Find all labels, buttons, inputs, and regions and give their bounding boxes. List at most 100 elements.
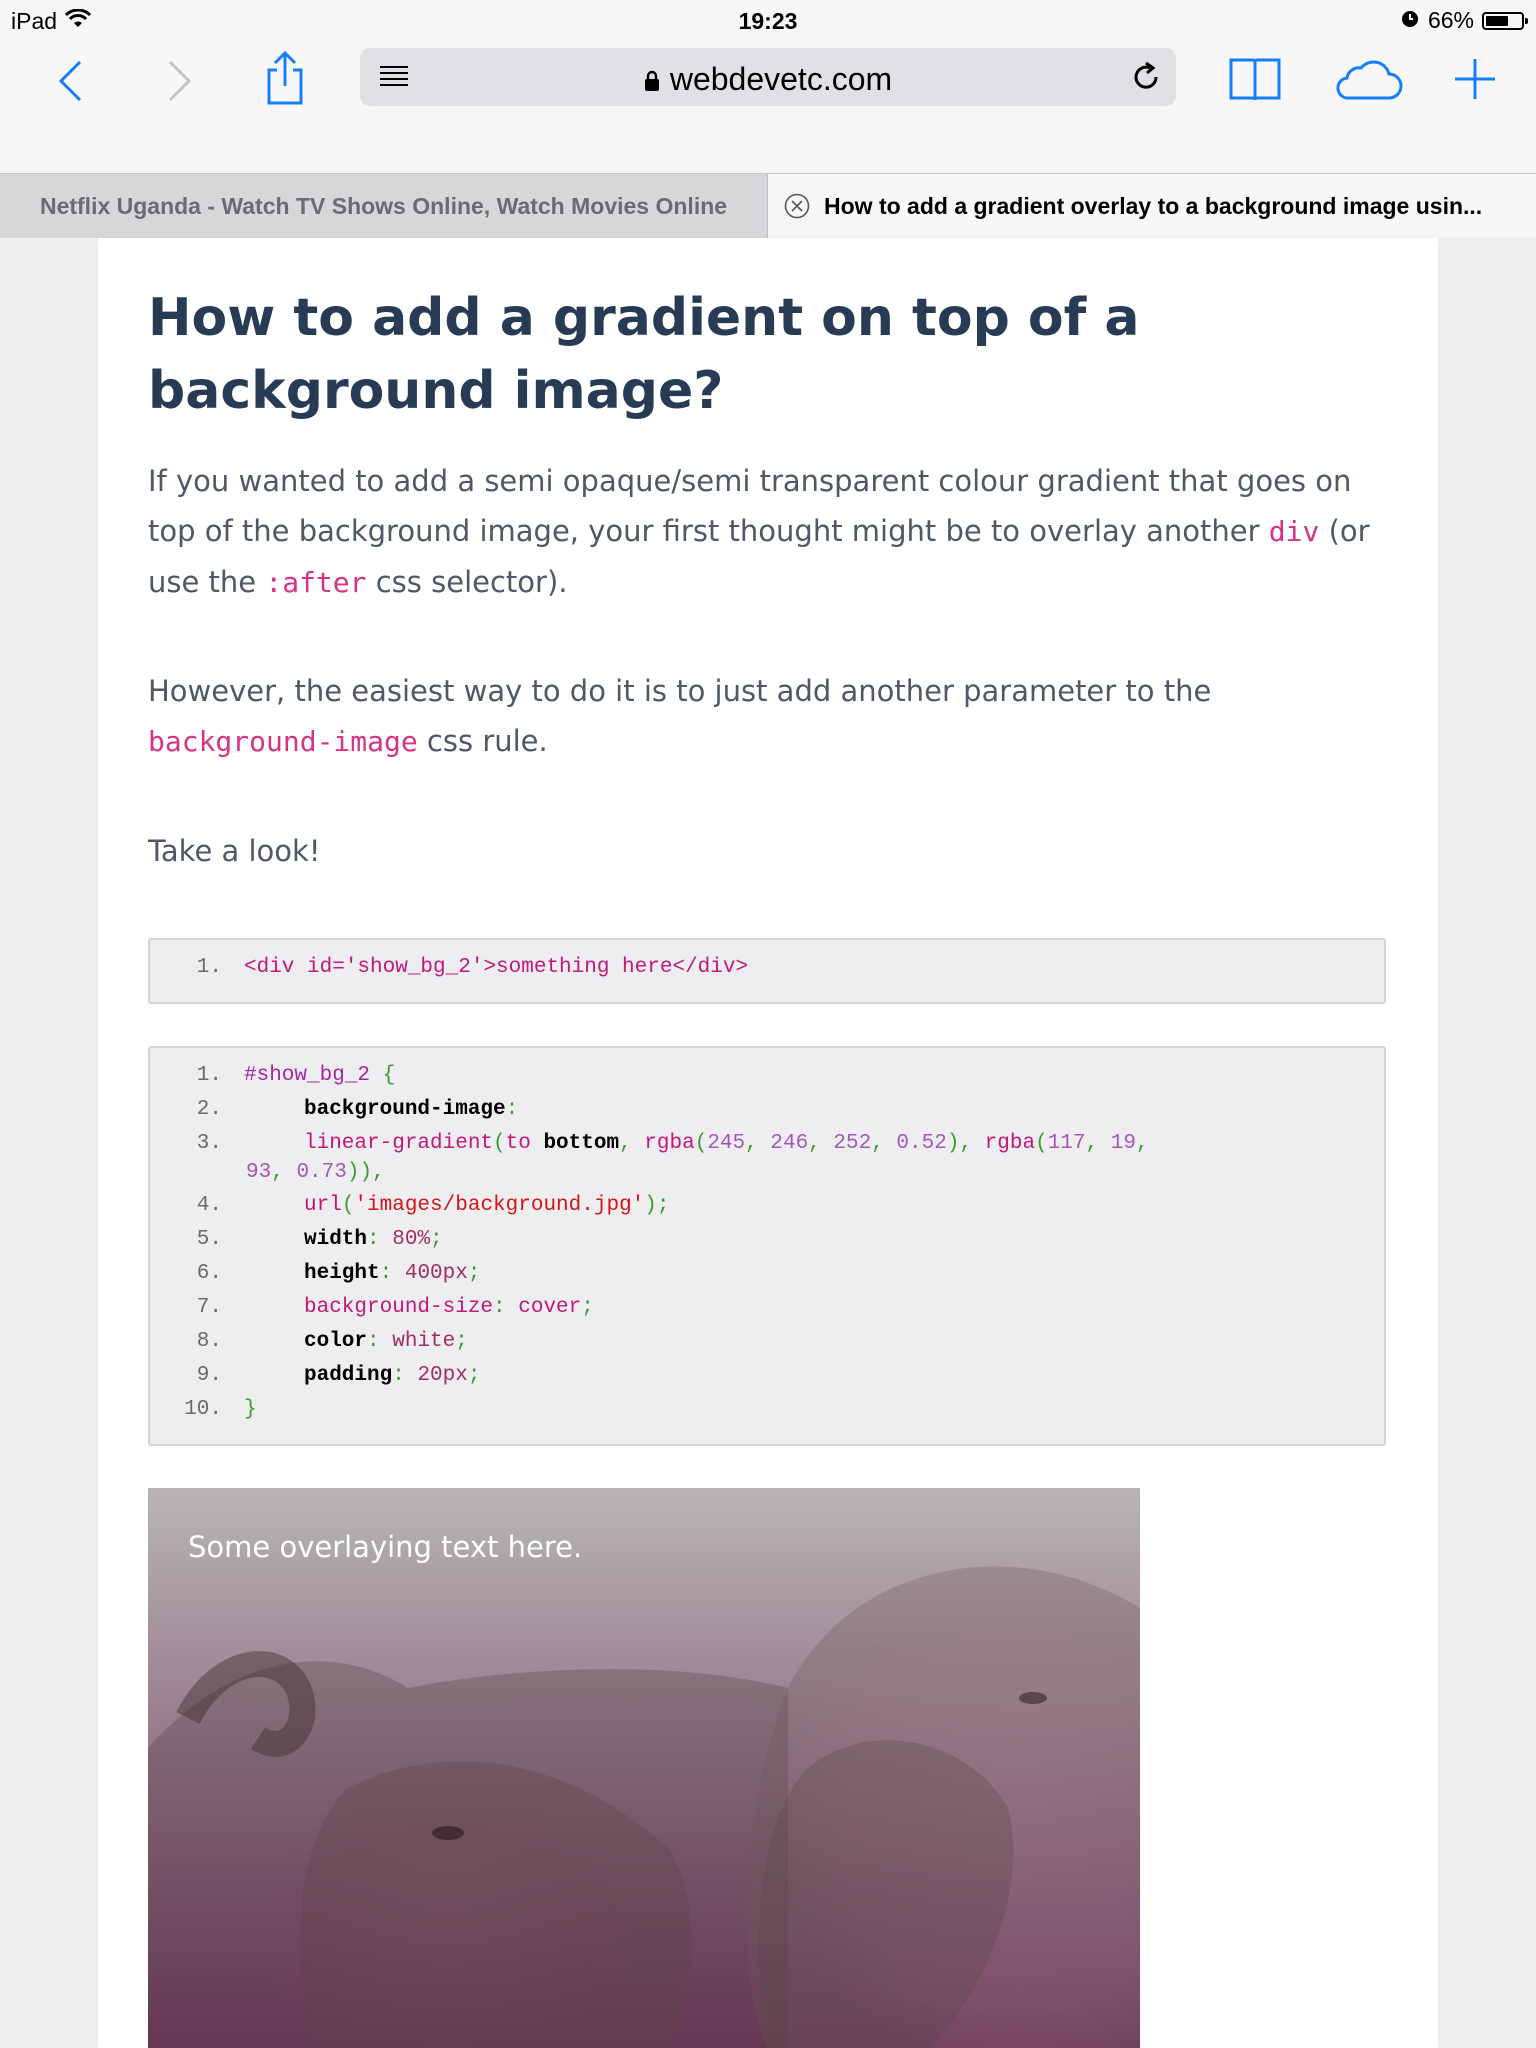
code-line: 4. url('images/background.jpg'); bbox=[150, 1194, 1384, 1228]
punct: : bbox=[392, 1364, 418, 1387]
inline-code: background-image bbox=[148, 725, 418, 758]
css-property: background-image bbox=[304, 1098, 506, 1121]
css-string: 'images/background.jpg' bbox=[354, 1194, 645, 1217]
new-tab-button[interactable] bbox=[1450, 54, 1500, 104]
reload-button[interactable] bbox=[1130, 61, 1162, 98]
css-code-block: 1. #show_bg_2 { 2. background-image: 3. … bbox=[148, 1046, 1386, 1446]
bookmarks-button[interactable] bbox=[1225, 52, 1285, 106]
battery-percent: 66% bbox=[1427, 7, 1474, 33]
share-icon bbox=[267, 50, 303, 105]
punct: : bbox=[367, 1330, 393, 1353]
code-line-wrap: 93, 0.73)), bbox=[150, 1161, 1384, 1194]
css-property: color bbox=[304, 1330, 368, 1353]
battery-icon bbox=[1482, 11, 1528, 30]
css-function: rgba bbox=[644, 1132, 695, 1155]
punct: )), bbox=[346, 1161, 385, 1184]
lock-icon bbox=[644, 63, 660, 100]
css-number: 245 bbox=[707, 1132, 746, 1155]
punct: ; bbox=[467, 1262, 481, 1285]
elephants-photo bbox=[148, 1566, 1140, 2048]
code-line: 1. #show_bg_2 { bbox=[150, 1064, 1384, 1098]
bookmarks-icon bbox=[1229, 58, 1281, 101]
line-number: 4. bbox=[196, 1194, 222, 1217]
text: css selector). bbox=[366, 565, 568, 599]
css-value: cover bbox=[518, 1296, 582, 1319]
punct: , bbox=[745, 1132, 771, 1155]
code-text: to bbox=[505, 1132, 544, 1155]
css-keyword: bottom bbox=[543, 1132, 620, 1155]
text: However, the easiest way to do it is to … bbox=[148, 674, 1212, 708]
tab-bar: Netflix Uganda - Watch TV Shows Online, … bbox=[0, 173, 1536, 238]
status-time: 19:23 bbox=[738, 8, 798, 34]
punct: ( bbox=[1035, 1132, 1048, 1155]
html-code-block: 1. <div id='show_bg_2'>something here</d… bbox=[148, 938, 1386, 1004]
css-number: 0.52 bbox=[896, 1132, 947, 1155]
punct: , bbox=[619, 1132, 645, 1155]
line-number-empty bbox=[150, 1161, 222, 1194]
punct: ; bbox=[455, 1330, 468, 1353]
forward-button[interactable] bbox=[160, 56, 200, 106]
share-button[interactable] bbox=[260, 48, 310, 108]
intro-paragraph: If you wanted to add a semi opaque/semi … bbox=[148, 456, 1388, 608]
article-title: How to add a gradient on top of a backgr… bbox=[148, 288, 1140, 421]
tab-netflix[interactable]: Netflix Uganda - Watch TV Shows Online, … bbox=[0, 174, 768, 238]
plus-icon bbox=[1455, 59, 1495, 99]
line-number: 5. bbox=[196, 1228, 222, 1251]
browser-toolbar: webdevetc.com bbox=[0, 42, 1536, 173]
url-text: webdevetc.com bbox=[669, 61, 893, 97]
icloud-tabs-button[interactable] bbox=[1332, 56, 1404, 102]
chevron-right-icon bbox=[168, 60, 192, 102]
punct: ; bbox=[581, 1296, 594, 1319]
punct: ), bbox=[946, 1132, 985, 1155]
css-number: 19 bbox=[1110, 1132, 1136, 1155]
code-line: 7. background-size: cover; bbox=[150, 1296, 1384, 1330]
code-line: 9. padding: 20px; bbox=[150, 1364, 1384, 1398]
punct: , bbox=[1085, 1132, 1111, 1155]
punct: : bbox=[493, 1296, 519, 1319]
css-property: width bbox=[304, 1228, 368, 1251]
css-value: 400px bbox=[404, 1262, 468, 1285]
punct: ; bbox=[467, 1364, 481, 1387]
css-value: 20px bbox=[417, 1364, 468, 1387]
line-number: 6. bbox=[196, 1262, 222, 1285]
demo-background-image: Some overlaying text here. bbox=[148, 1488, 1140, 2048]
css-value: white bbox=[392, 1330, 456, 1353]
overlay-text: Some overlaying text here. bbox=[188, 1530, 583, 1564]
line-number: 1. bbox=[196, 1064, 222, 1087]
second-paragraph: However, the easiest way to do it is to … bbox=[148, 666, 1388, 767]
punct: ; bbox=[430, 1228, 443, 1251]
text: css rule. bbox=[417, 724, 548, 758]
url-display[interactable]: webdevetc.com bbox=[360, 61, 1176, 100]
inline-code: div bbox=[1268, 515, 1320, 548]
punct: } bbox=[244, 1398, 257, 1421]
punct: ( bbox=[493, 1132, 506, 1155]
css-number: 252 bbox=[833, 1132, 872, 1155]
css-number: 246 bbox=[770, 1132, 809, 1155]
line-number: 1. bbox=[196, 956, 222, 979]
line-number: 7. bbox=[196, 1296, 222, 1319]
battery-fill bbox=[1486, 15, 1508, 26]
punct: ( bbox=[694, 1132, 708, 1155]
punct: ( bbox=[341, 1194, 355, 1217]
css-number: 0.73 bbox=[296, 1161, 347, 1184]
code-line: 3. linear-gradient(to bottom, rgba(245, … bbox=[150, 1132, 1384, 1161]
tab-close-button[interactable] bbox=[784, 193, 810, 219]
css-number: 93 bbox=[246, 1161, 272, 1184]
css-number: 117 bbox=[1047, 1132, 1086, 1155]
status-bar: iPad 19:23 66% bbox=[0, 0, 1536, 42]
back-button[interactable] bbox=[50, 56, 90, 106]
css-property: padding bbox=[304, 1364, 393, 1387]
address-bar[interactable]: webdevetc.com bbox=[360, 48, 1176, 106]
tab-gradient-article[interactable]: How to add a gradient overlay to a backg… bbox=[768, 174, 1536, 238]
tab-title: Netflix Uganda - Watch TV Shows Online, … bbox=[39, 192, 728, 219]
punct: , bbox=[1135, 1132, 1149, 1155]
code-text: <div id='show_bg_2'>something here</div> bbox=[244, 956, 749, 979]
line-number: 2. bbox=[196, 1098, 222, 1121]
css-function: url bbox=[304, 1194, 342, 1217]
code-line: 10. } bbox=[150, 1398, 1384, 1432]
css-property: background-size bbox=[304, 1296, 494, 1319]
code-line: 6. height: 400px; bbox=[150, 1262, 1384, 1296]
punct: , bbox=[271, 1161, 297, 1184]
web-page: How to add a gradient on top of a backgr… bbox=[98, 238, 1438, 2048]
tab-title: How to add a gradient overlay to a backg… bbox=[824, 192, 1483, 219]
